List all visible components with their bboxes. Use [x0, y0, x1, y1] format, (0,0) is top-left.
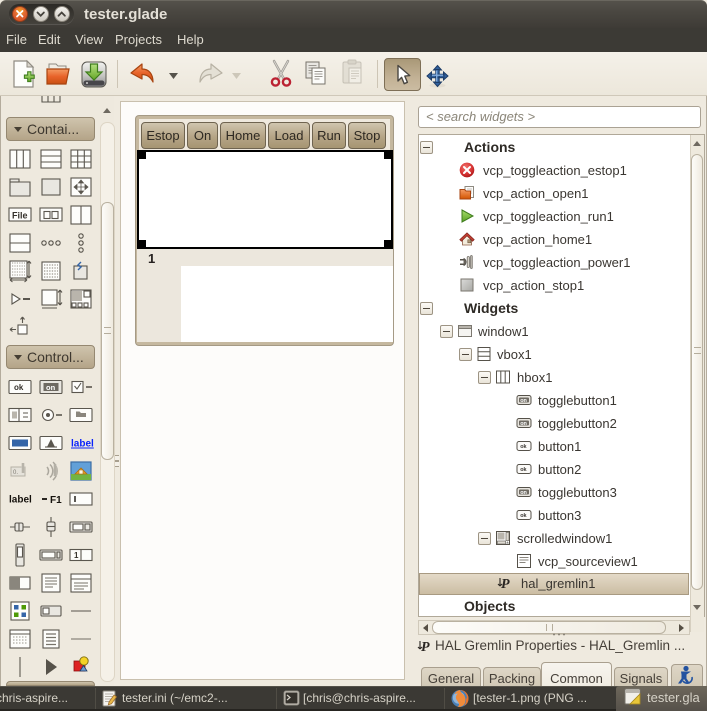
svg-text:0.: 0. [13, 470, 18, 476]
svg-text:P: P [501, 577, 510, 592]
svg-text:ok: ok [14, 383, 24, 392]
svg-text:label: label [71, 439, 94, 450]
svg-text:label: label [9, 495, 32, 506]
svg-text:P: P [421, 640, 430, 655]
svg-text:1: 1 [74, 551, 79, 560]
svg-text:on: on [46, 383, 56, 392]
svg-text:File: File [12, 211, 28, 221]
svg-text:F1: F1 [50, 495, 62, 506]
